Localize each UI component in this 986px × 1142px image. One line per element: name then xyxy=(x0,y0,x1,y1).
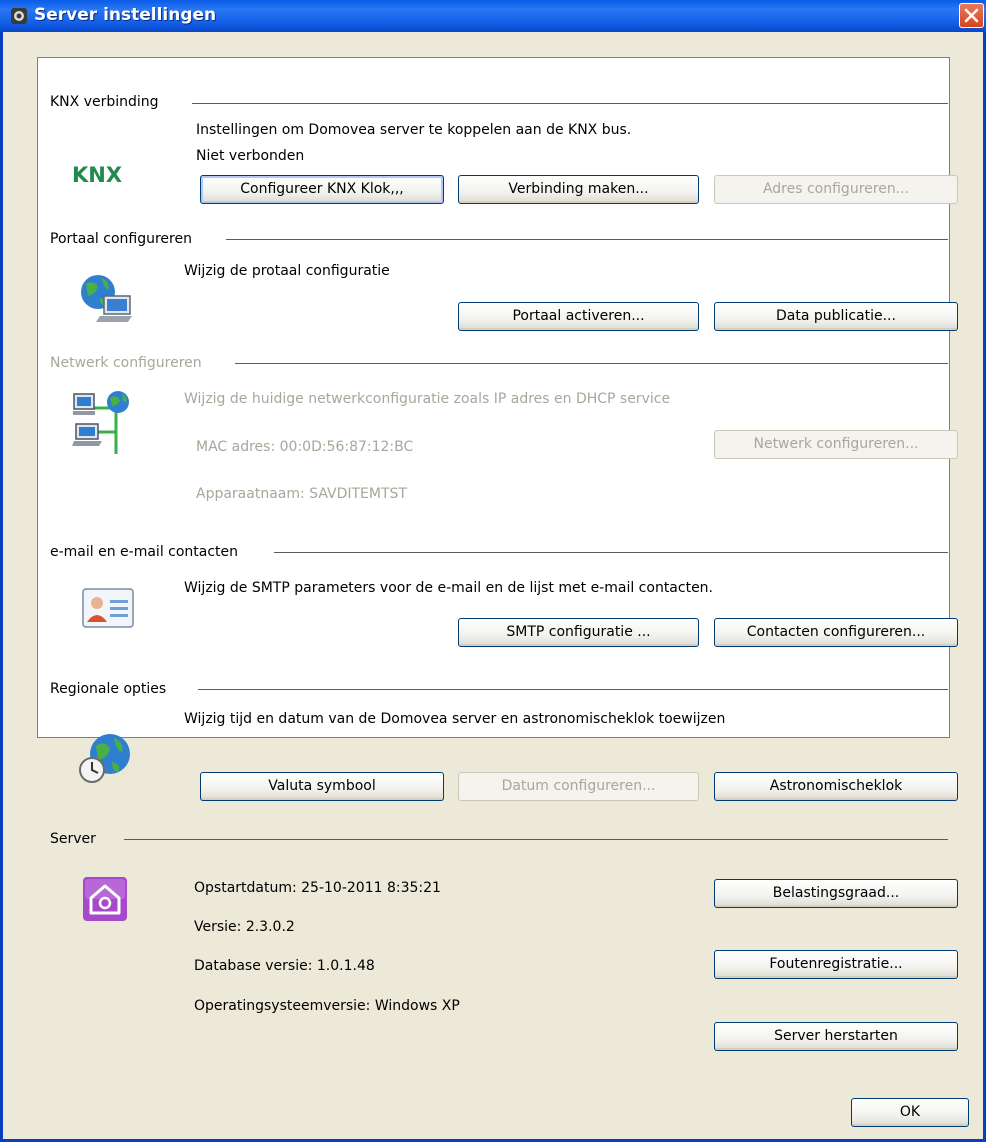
configure-date-button[interactable]: Datum configureren... xyxy=(458,772,699,801)
load-level-button[interactable]: Belastingsgraad... xyxy=(714,879,958,908)
section-header-email: e-mail en e-mail contacten xyxy=(50,544,239,560)
close-button[interactable] xyxy=(959,3,984,28)
separator-email xyxy=(274,552,948,553)
server-version: Versie: 2.3.0.2 xyxy=(194,919,295,935)
knx-description: Instellingen om Domovea server te koppel… xyxy=(196,122,632,138)
settings-panel: KNX verbinding KNX Instellingen om Domov… xyxy=(37,57,958,1051)
section-header-server: Server xyxy=(50,831,96,847)
data-publication-button[interactable]: Data publicatie... xyxy=(714,302,958,331)
ok-button[interactable]: OK xyxy=(851,1098,969,1127)
restart-server-button[interactable]: Server herstarten xyxy=(714,1022,958,1051)
window-title: Server instellingen xyxy=(34,5,217,25)
knx-logo-icon: KNX xyxy=(72,163,122,186)
section-header-regional: Regionale opties xyxy=(50,681,167,697)
close-icon xyxy=(964,8,979,23)
separator-network xyxy=(235,363,948,364)
startup-date: Opstartdatum: 25-10-2011 8:35:21 xyxy=(194,880,441,896)
configure-network-button[interactable]: Netwerk configureren... xyxy=(714,430,958,459)
email-description: Wijzig de SMTP parameters voor de e-mail… xyxy=(184,580,714,596)
section-header-portal: Portaal configureren xyxy=(50,231,192,247)
app-icon xyxy=(11,8,27,24)
configure-contacts-button[interactable]: Contacten configureren... xyxy=(714,618,958,647)
globe-clock-icon xyxy=(79,734,130,783)
smtp-configuration-button[interactable]: SMTP configuratie ... xyxy=(458,618,699,647)
regional-description: Wijzig tijd en datum van de Domovea serv… xyxy=(184,711,726,727)
network-description: Wijzig de huidige netwerkconfiguratie zo… xyxy=(184,391,671,407)
dialog-window: Server instellingen KNX verbinding KNX I… xyxy=(0,0,986,1142)
mac-address: MAC adres: 00:0D:56:87:12:BC xyxy=(196,439,414,455)
separator-server xyxy=(124,839,948,840)
separator-knx xyxy=(192,103,948,104)
contact-card-icon xyxy=(82,588,134,628)
configure-address-button[interactable]: Adres configureren... xyxy=(714,175,958,204)
astronomical-clock-button[interactable]: Astronomischeklok xyxy=(714,772,958,801)
portal-description: Wijzig de protaal configuratie xyxy=(184,263,390,279)
svg-text:KNX: KNX xyxy=(72,163,122,186)
activate-portal-button[interactable]: Portaal activeren... xyxy=(458,302,699,331)
currency-symbol-button[interactable]: Valuta symbool xyxy=(200,772,444,801)
separator-regional xyxy=(198,689,948,690)
section-header-network: Netwerk configureren xyxy=(50,355,202,371)
os-version: Operatingsysteemversie: Windows XP xyxy=(194,998,460,1014)
title-bar[interactable]: Server instellingen xyxy=(0,0,986,32)
error-log-button[interactable]: Foutenregistratie... xyxy=(714,950,958,979)
knx-status: Niet verbonden xyxy=(196,148,305,164)
section-header-knx: KNX verbinding xyxy=(50,94,159,110)
globe-computer-icon xyxy=(81,275,132,322)
domovea-home-icon xyxy=(83,877,127,921)
configure-knx-clock-button[interactable]: Configureer KNX Klok,,, xyxy=(200,175,444,204)
database-version: Database versie: 1.0.1.48 xyxy=(194,958,375,974)
device-name: Apparaatnaam: SAVDITEMTST xyxy=(196,486,407,502)
network-icon xyxy=(72,391,129,454)
separator-portal xyxy=(226,239,948,240)
connect-button[interactable]: Verbinding maken... xyxy=(458,175,699,204)
